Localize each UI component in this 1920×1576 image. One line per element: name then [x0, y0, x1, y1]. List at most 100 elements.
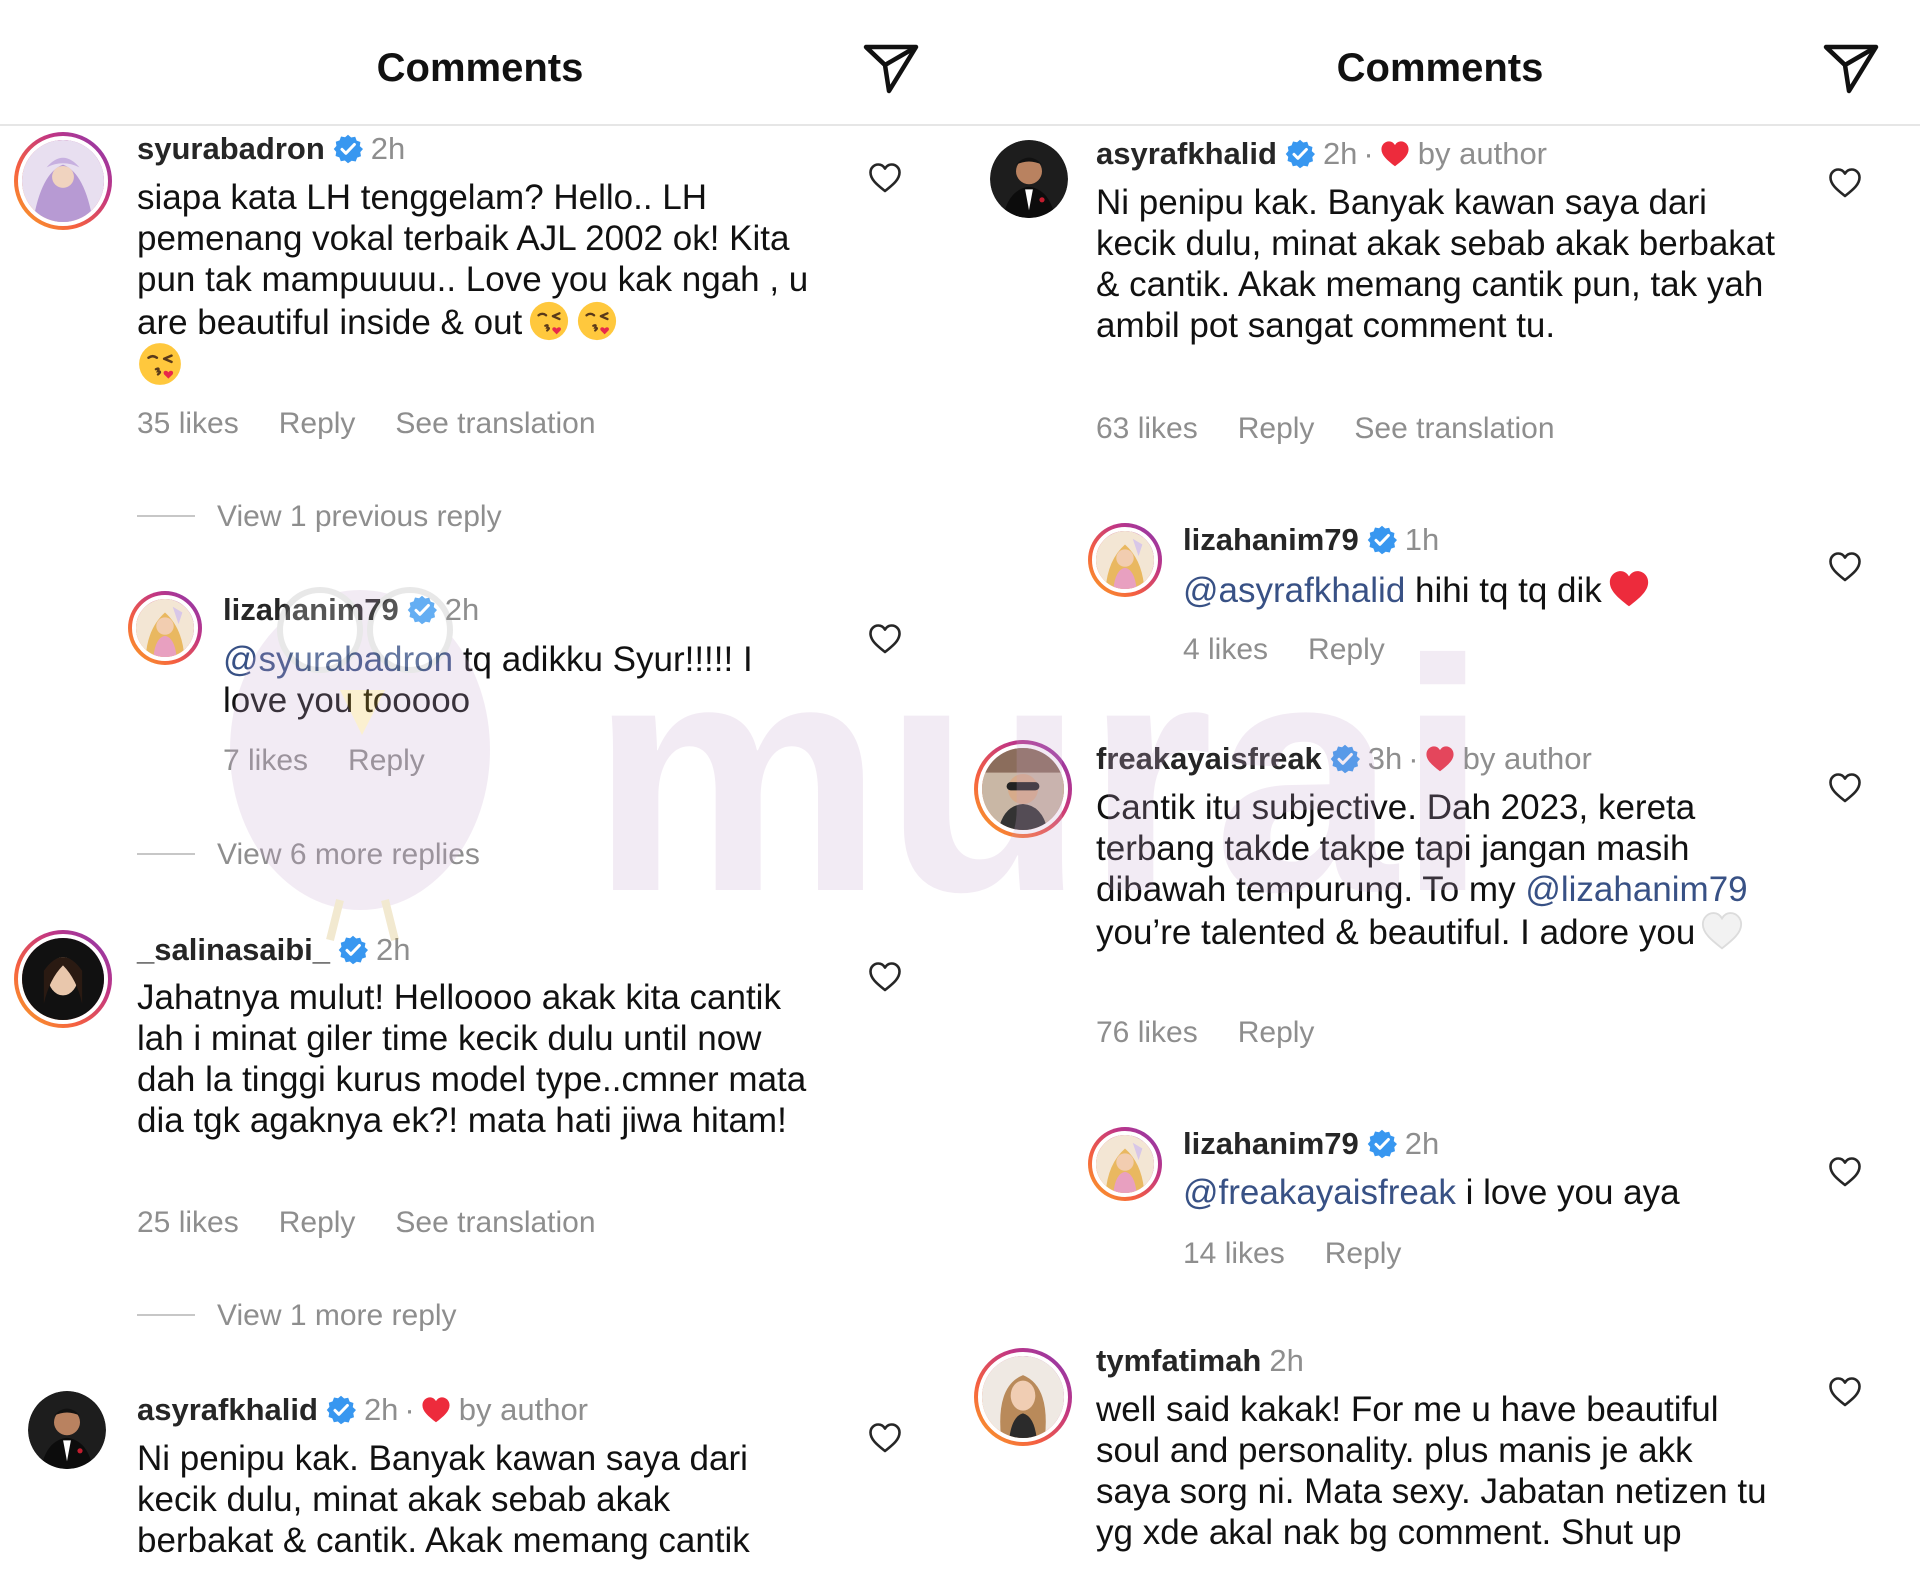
- comment-text: siapa kata LH tenggelam? Hello.. LH peme…: [137, 177, 817, 387]
- divider: [137, 515, 195, 517]
- divider: [137, 1314, 195, 1316]
- reply-button[interactable]: Reply: [279, 1206, 356, 1239]
- avatar[interactable]: [14, 930, 112, 1028]
- likes-count[interactable]: 35 likes: [137, 407, 239, 440]
- verified-badge-icon: [338, 935, 368, 965]
- comments-header: Comments: [960, 0, 1920, 126]
- avatar-lizahanim79-icon: [1096, 1135, 1154, 1193]
- username[interactable]: freakayaisfreak: [1096, 741, 1322, 776]
- reply-button[interactable]: Reply: [1238, 1016, 1315, 1049]
- view-replies-button[interactable]: View 1 previous reply: [137, 500, 502, 534]
- like-heart-icon[interactable]: [868, 162, 902, 194]
- username[interactable]: lizahanim79: [1183, 1126, 1359, 1161]
- white-heart-emoji-icon: [1701, 910, 1743, 952]
- username[interactable]: tymfatimah: [1096, 1343, 1261, 1378]
- username[interactable]: _salinasaibi_: [137, 932, 330, 967]
- verified-badge-icon: [1367, 525, 1397, 555]
- author-heart-icon: [1380, 140, 1410, 168]
- verified-badge-icon: [326, 1395, 356, 1425]
- reply-body: hihi tq tq dik: [1405, 571, 1602, 610]
- like-heart-icon[interactable]: [1828, 1156, 1862, 1188]
- reply-text: @syurabadron tq adikku Syur!!!!! I love …: [223, 639, 813, 721]
- reply-button[interactable]: Reply: [1238, 412, 1315, 445]
- comment-text: well said kakak! For me u have beautiful…: [1096, 1390, 1767, 1552]
- comment-text: Ni penipu kak. Banyak kawan saya dari ke…: [137, 1439, 750, 1560]
- separator-dot: ·: [404, 1392, 415, 1427]
- username[interactable]: lizahanim79: [1183, 522, 1359, 557]
- view-replies-label: View 1 previous reply: [217, 500, 502, 533]
- likes-count[interactable]: 63 likes: [1096, 412, 1198, 445]
- mention-link[interactable]: @asyrafkhalid: [1183, 571, 1405, 610]
- reply-body: i love you aya: [1455, 1173, 1680, 1212]
- comment-meta: tymfatimah 2h: [1096, 1343, 1304, 1379]
- send-icon[interactable]: [1821, 41, 1881, 97]
- verified-badge-icon: [1330, 744, 1360, 774]
- like-heart-icon[interactable]: [868, 961, 902, 993]
- like-heart-icon[interactable]: [1828, 167, 1862, 199]
- avatar[interactable]: [128, 591, 202, 665]
- comment-meta: asyrafkhalid 2h · by author: [137, 1392, 588, 1428]
- see-translation-link[interactable]: See translation: [1354, 412, 1554, 445]
- view-replies-button[interactable]: View 1 more reply: [137, 1299, 457, 1333]
- like-heart-icon[interactable]: [1828, 1376, 1862, 1408]
- reply-button[interactable]: Reply: [1308, 633, 1385, 666]
- reply-button[interactable]: Reply: [279, 407, 356, 440]
- avatar-salinasaibi-icon: [22, 938, 104, 1020]
- likes-count[interactable]: 7 likes: [223, 744, 308, 777]
- page-title: Comments: [376, 46, 584, 90]
- reply-meta: lizahanim79 2h: [223, 592, 479, 628]
- reply-button[interactable]: Reply: [348, 744, 425, 777]
- likes-count[interactable]: 76 likes: [1096, 1016, 1198, 1049]
- avatar[interactable]: [1088, 523, 1162, 597]
- username[interactable]: syurabadron: [137, 131, 325, 166]
- timestamp: 2h: [370, 131, 406, 166]
- likes-count[interactable]: 25 likes: [137, 1206, 239, 1239]
- send-icon[interactable]: [861, 41, 921, 97]
- view-replies-button[interactable]: View 6 more replies: [137, 838, 480, 872]
- likes-count[interactable]: 4 likes: [1183, 633, 1268, 666]
- comments-header: Comments: [0, 0, 960, 126]
- timestamp: 2h: [1322, 136, 1358, 171]
- like-heart-icon[interactable]: [1828, 772, 1862, 804]
- timestamp: 2h: [1404, 1126, 1440, 1161]
- author-heart-icon: [421, 1396, 451, 1424]
- avatar[interactable]: [14, 132, 112, 230]
- avatar-freakayaisfreak-icon: [982, 748, 1064, 830]
- avatar-tymfatimah-icon: [982, 1356, 1064, 1438]
- avatar[interactable]: [974, 1348, 1072, 1446]
- liked-by-author-label: by author: [1417, 136, 1548, 171]
- kiss-emoji-icon: [137, 341, 183, 387]
- reply-button[interactable]: Reply: [1325, 1237, 1402, 1270]
- separator-dot: ·: [1408, 741, 1419, 776]
- reply-actions: 4 likes Reply: [1183, 633, 1425, 667]
- liked-by-author-label: by author: [458, 1392, 589, 1427]
- comment-text: Jahatnya mulut! Helloooo akak kita canti…: [137, 978, 807, 1140]
- mention-link[interactable]: @freakayaisfreak: [1183, 1173, 1456, 1212]
- like-heart-icon[interactable]: [868, 1422, 902, 1454]
- liked-by-author-label: by author: [1462, 741, 1592, 776]
- red-heart-emoji-icon: [1608, 568, 1650, 610]
- like-heart-icon[interactable]: [868, 623, 902, 655]
- see-translation-link[interactable]: See translation: [395, 1206, 595, 1239]
- comment-meta: _salinasaibi_ 2h: [137, 932, 411, 968]
- view-replies-label: View 6 more replies: [217, 838, 480, 871]
- mention-link[interactable]: @lizahanim79: [1525, 870, 1747, 909]
- see-translation-link[interactable]: See translation: [395, 407, 595, 440]
- avatar[interactable]: [974, 740, 1072, 838]
- likes-count[interactable]: 14 likes: [1183, 1237, 1285, 1270]
- verified-badge-icon: [407, 595, 437, 625]
- username[interactable]: asyrafkhalid: [1096, 136, 1277, 171]
- verified-badge-icon: [1285, 139, 1315, 169]
- username[interactable]: asyrafkhalid: [137, 1392, 318, 1427]
- reply-text: @freakayaisfreak i love you aya: [1183, 1172, 1783, 1213]
- right-comments-panel: Comments asyrafkhalid 2h · by author Ni pen…: [960, 0, 1920, 1576]
- like-heart-icon[interactable]: [1828, 551, 1862, 583]
- kiss-emoji-icon: [528, 300, 570, 342]
- avatar-asyrafkhalid-icon: [990, 140, 1068, 218]
- username[interactable]: lizahanim79: [223, 592, 399, 627]
- author-heart-icon: [1425, 745, 1455, 773]
- avatar[interactable]: [28, 1391, 106, 1469]
- mention-link[interactable]: @syurabadron: [223, 640, 453, 679]
- avatar[interactable]: [1088, 1127, 1162, 1201]
- avatar[interactable]: [990, 140, 1068, 218]
